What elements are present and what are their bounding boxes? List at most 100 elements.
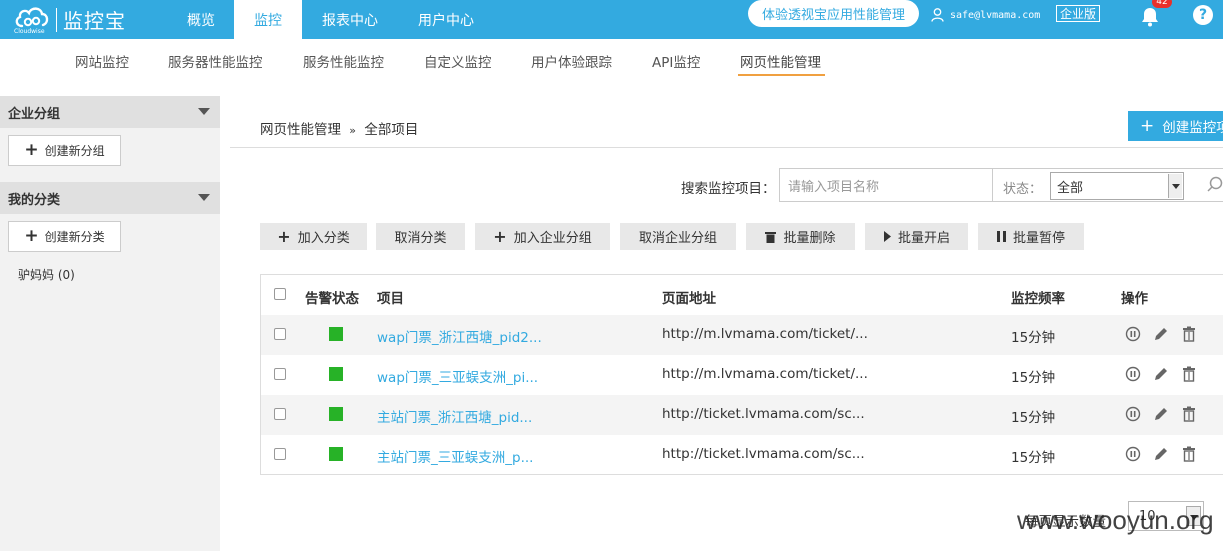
subtab-server-performance[interactable]: 服务器性能监控 bbox=[168, 51, 263, 71]
header-operations: 操作 bbox=[1121, 291, 1148, 307]
subtab-webpage-performance[interactable]: 网页性能管理 bbox=[740, 51, 821, 71]
table-row: 主站门票_三亚蜈支洲_p... http://ticket.lvmama.com… bbox=[261, 435, 1223, 475]
batch-pause-label: 批量暂停 bbox=[1012, 231, 1065, 246]
sidebar: 企业分组 + 创建新分组 我的分类 + 创建新分类 驴妈妈 (0) bbox=[0, 96, 220, 551]
create-monitor-label: 创建监控项 bbox=[1162, 120, 1223, 136]
collapse-triangle-icon[interactable] bbox=[198, 108, 210, 115]
page-url: http://m.lvmama.com/ticket/... bbox=[662, 326, 868, 342]
project-link[interactable]: 主站门票_浙江西塘_pid... bbox=[377, 406, 532, 426]
batch-enable-label: 批量开启 bbox=[897, 231, 950, 246]
batch-pause-button[interactable]: 批量暂停 bbox=[978, 223, 1084, 250]
project-link[interactable]: wap门票_浙江西塘_pid2... bbox=[377, 326, 542, 346]
remove-category-button[interactable]: 取消分类 bbox=[376, 223, 465, 250]
pause-circle-icon[interactable] bbox=[1125, 406, 1141, 422]
page-url: http://m.lvmama.com/ticket/... bbox=[662, 366, 868, 382]
nav-monitoring[interactable]: 监控 bbox=[234, 0, 302, 39]
header-project: 项目 bbox=[377, 291, 404, 307]
page-url: http://ticket.lvmama.com/sc... bbox=[662, 406, 865, 422]
logo-divider bbox=[56, 7, 57, 32]
row-checkbox[interactable] bbox=[274, 328, 286, 340]
subtab-api-monitoring[interactable]: API监控 bbox=[652, 51, 700, 71]
search-input[interactable]: 请输入项目名称 bbox=[779, 168, 993, 202]
table-row: 主站门票_浙江西塘_pid... http://ticket.lvmama.co… bbox=[261, 395, 1223, 435]
search-icon[interactable] bbox=[1207, 176, 1223, 192]
trash-icon[interactable] bbox=[1181, 406, 1197, 422]
breadcrumb-parent[interactable]: 网页性能管理 bbox=[260, 122, 341, 138]
create-group-button[interactable]: + 创建新分组 bbox=[8, 135, 121, 166]
select-all-checkbox[interactable] bbox=[274, 288, 286, 300]
help-icon[interactable]: ? bbox=[1193, 5, 1213, 25]
edit-pencil-icon[interactable] bbox=[1153, 326, 1169, 342]
batch-delete-label: 批量删除 bbox=[783, 231, 836, 246]
create-group-label: 创建新分组 bbox=[44, 144, 105, 158]
status-label: 状态： bbox=[1003, 182, 1043, 197]
alert-status-indicator bbox=[329, 327, 343, 341]
pause-circle-icon[interactable] bbox=[1125, 366, 1141, 382]
edit-pencil-icon[interactable] bbox=[1153, 366, 1169, 382]
nav-report-center[interactable]: 报表中心 bbox=[302, 0, 398, 39]
play-icon bbox=[883, 231, 891, 242]
alert-status-indicator bbox=[329, 447, 343, 461]
row-checkbox[interactable] bbox=[274, 448, 286, 460]
trash-icon[interactable] bbox=[1181, 326, 1197, 342]
status-value: 全部 bbox=[1057, 180, 1084, 196]
user-account[interactable]: safe@lvmama.com bbox=[931, 6, 1040, 24]
header-page-url: 页面地址 bbox=[662, 291, 716, 307]
remove-enterprise-group-button[interactable]: 取消企业分组 bbox=[620, 223, 736, 250]
my-category-title: 我的分类 bbox=[8, 192, 61, 208]
status-select[interactable]: 全部 bbox=[1050, 172, 1184, 200]
add-enterprise-group-button[interactable]: + 加入企业分组 bbox=[475, 223, 610, 250]
header-alert-status: 告警状态 bbox=[305, 291, 359, 307]
pause-circle-icon[interactable] bbox=[1125, 446, 1141, 462]
project-link[interactable]: wap门票_三亚蜈支洲_pi... bbox=[377, 366, 538, 386]
breadcrumb-current: 全部项目 bbox=[364, 122, 419, 138]
divider bbox=[230, 147, 1223, 148]
edition-badge: 企业版 bbox=[1056, 5, 1100, 22]
nav-overview[interactable]: 概览 bbox=[168, 0, 234, 39]
pause-circle-icon[interactable] bbox=[1125, 326, 1141, 342]
remove-category-label: 取消分类 bbox=[394, 231, 447, 246]
notification-count-badge: 42 bbox=[1152, 0, 1172, 8]
page-url: http://ticket.lvmama.com/sc... bbox=[662, 446, 865, 462]
edit-pencil-icon[interactable] bbox=[1153, 446, 1169, 462]
sidebar-item-category[interactable]: 驴妈妈 (0) bbox=[18, 266, 75, 283]
brand-logo[interactable]: Cloudwise 监控宝 bbox=[14, 0, 126, 39]
subtab-user-experience[interactable]: 用户体验跟踪 bbox=[531, 51, 612, 71]
top-navigation-bar: Cloudwise 监控宝 概览 监控 报表中心 用户中心 体验透视宝应用性能管… bbox=[0, 0, 1223, 39]
add-category-label: 加入分类 bbox=[297, 231, 350, 246]
trash-icon[interactable] bbox=[1181, 446, 1197, 462]
user-icon bbox=[931, 8, 944, 22]
alert-status-indicator bbox=[329, 407, 343, 421]
plus-icon: + bbox=[493, 227, 507, 246]
nav-user-center[interactable]: 用户中心 bbox=[398, 0, 494, 39]
create-monitor-button[interactable]: + 创建监控项 bbox=[1128, 111, 1223, 141]
search-label: 搜索监控项目： bbox=[681, 181, 776, 197]
trash-icon[interactable] bbox=[1181, 366, 1197, 382]
collapse-triangle-icon[interactable] bbox=[198, 194, 210, 201]
batch-enable-button[interactable]: 批量开启 bbox=[865, 223, 968, 250]
subtab-website-monitoring[interactable]: 网站监控 bbox=[75, 51, 129, 71]
create-category-label: 创建新分类 bbox=[44, 230, 105, 244]
plus-icon: + bbox=[277, 227, 291, 246]
add-category-button[interactable]: + 加入分类 bbox=[260, 223, 367, 250]
enterprise-group-header[interactable]: 企业分组 bbox=[0, 96, 220, 128]
project-link[interactable]: 主站门票_三亚蜈支洲_p... bbox=[377, 446, 533, 466]
breadcrumb: 网页性能管理 » 全部项目 bbox=[260, 118, 418, 138]
create-category-button[interactable]: + 创建新分类 bbox=[8, 221, 121, 252]
active-subtab-underline bbox=[738, 74, 825, 76]
plus-icon: + bbox=[24, 140, 39, 160]
frequency: 15分钟 bbox=[1011, 370, 1056, 386]
row-checkbox[interactable] bbox=[274, 408, 286, 420]
alert-status-indicator bbox=[329, 367, 343, 381]
edit-pencil-icon[interactable] bbox=[1153, 406, 1169, 422]
subtab-service-performance[interactable]: 服务性能监控 bbox=[303, 51, 384, 71]
chevron-down-icon[interactable] bbox=[1168, 174, 1182, 198]
status-filter: 状态： 全部 bbox=[992, 168, 1223, 202]
subtab-custom-monitoring[interactable]: 自定义监控 bbox=[424, 51, 492, 71]
row-checkbox[interactable] bbox=[274, 368, 286, 380]
batch-delete-button[interactable]: 批量删除 bbox=[746, 223, 855, 250]
try-apm-button[interactable]: 体验透视宝应用性能管理 bbox=[748, 0, 919, 27]
sub-navigation: 网站监控 服务器性能监控 服务性能监控 自定义监控 用户体验跟踪 API监控 网… bbox=[0, 39, 1223, 79]
frequency: 15分钟 bbox=[1011, 410, 1056, 426]
my-category-header[interactable]: 我的分类 bbox=[0, 182, 220, 214]
